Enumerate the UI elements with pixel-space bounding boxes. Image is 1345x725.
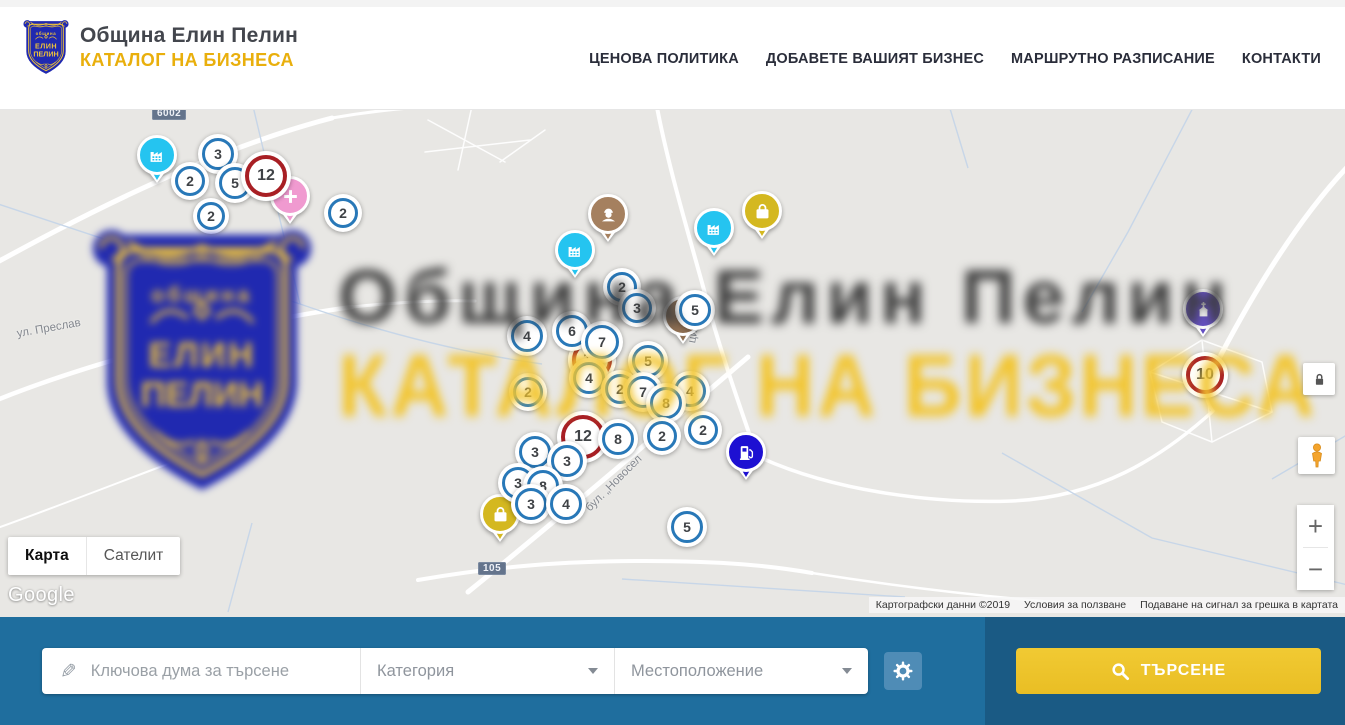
business-pin[interactable] — [694, 208, 734, 248]
nav-contacts[interactable]: КОНТАКТИ — [1242, 51, 1321, 67]
page: община ЕЛИН ПЕЛИН Община Елин Пелин КАТА… — [0, 0, 1345, 725]
brand-text: Община Елин Пелин КАТАЛОГ НА БИЗНЕСА — [80, 24, 298, 71]
map-type-satellite-button[interactable]: Сателит — [87, 537, 180, 575]
search-submit-button[interactable]: ТЪРСЕНЕ — [1016, 648, 1321, 694]
business-pin[interactable] — [588, 194, 628, 234]
cluster-marker[interactable]: 8 — [598, 419, 638, 459]
search-submit-label: ТЪРСЕНЕ — [1141, 662, 1226, 680]
map-type-control: Карта Сателит — [8, 537, 180, 575]
cluster-marker[interactable]: 5 — [675, 290, 715, 330]
cluster-marker[interactable]: 4 — [507, 316, 547, 356]
cluster-marker[interactable]: 5 — [667, 507, 707, 547]
keyword-segment: ✎ — [42, 648, 360, 694]
zoom-control: + − — [1297, 505, 1334, 590]
cluster-marker[interactable]: 12 — [241, 151, 291, 201]
cluster-marker[interactable]: 2 — [193, 198, 229, 234]
business-pin[interactable] — [555, 230, 595, 270]
cluster-marker[interactable]: 2 — [643, 417, 681, 455]
pencil-icon: ✎ — [60, 659, 77, 684]
cluster-marker[interactable]: 4 — [546, 484, 586, 524]
search-submit-panel: ТЪРСЕНЕ — [985, 617, 1345, 725]
terms-of-use-link[interactable]: Условия за ползване — [1017, 599, 1133, 611]
advanced-search-settings-button[interactable] — [884, 652, 922, 690]
nav-pricing-policy[interactable]: ЦЕНОВА ПОЛИТИКА — [589, 51, 739, 67]
cluster-marker[interactable]: 2 — [509, 373, 547, 411]
search-icon — [1111, 662, 1130, 681]
road-label: 6002 — [152, 110, 186, 120]
chevron-down-icon — [588, 668, 598, 674]
map-attribution: Картографски данни ©2019 Условия за полз… — [869, 597, 1345, 613]
chevron-down-icon — [842, 668, 852, 674]
nav-add-your-business[interactable]: ДОБАВЕТЕ ВАШИЯТ БИЗНЕС — [766, 51, 984, 67]
municipality-crest-icon — [22, 17, 70, 77]
category-select-label: Категория — [377, 662, 454, 681]
zoom-in-button[interactable]: + — [1297, 505, 1334, 547]
pegman-button[interactable] — [1298, 437, 1335, 474]
category-select[interactable]: Категория — [360, 648, 614, 694]
header: Община Елин Пелин КАТАЛОГ НА БИЗНЕСА ЦЕН… — [0, 0, 1345, 110]
search-bar: ТЪРСЕНЕ ✎ Категория Местоположение — [0, 617, 1345, 725]
gear-icon — [893, 661, 913, 681]
cluster-marker[interactable]: 3 — [618, 289, 656, 327]
road-label: 105 — [478, 562, 506, 575]
cluster-marker[interactable]: 10 — [1182, 352, 1228, 398]
location-select[interactable]: Местоположение — [614, 648, 868, 694]
site-logo[interactable]: Община Елин Пелин КАТАЛОГ НА БИЗНЕСА — [22, 17, 298, 77]
attribution-copyright: Картографски данни ©2019 — [869, 599, 1017, 611]
report-map-error-link[interactable]: Подаване на сигнал за грешка в картата — [1133, 599, 1345, 611]
map-type-map-button[interactable]: Карта — [8, 537, 87, 575]
business-pin[interactable] — [137, 135, 177, 175]
business-pin[interactable] — [726, 432, 766, 472]
google-logo[interactable]: Google — [8, 584, 75, 607]
keyword-input[interactable] — [89, 661, 346, 682]
main-nav: ЦЕНОВА ПОЛИТИКА ДОБАВЕТЕ ВАШИЯТ БИЗНЕС М… — [589, 7, 1321, 110]
site-name: Община Елин Пелин — [80, 24, 298, 48]
business-pin[interactable] — [742, 191, 782, 231]
cluster-marker[interactable]: 2 — [324, 194, 362, 232]
cluster-marker[interactable]: 7 — [581, 321, 623, 363]
nav-route-schedule[interactable]: МАРШРУТНО РАЗПИСАНИЕ — [1011, 51, 1215, 67]
zoom-out-button[interactable]: − — [1297, 548, 1334, 590]
streetview-lock-button[interactable] — [1303, 363, 1335, 395]
pegman-icon — [1305, 443, 1329, 469]
location-select-label: Местоположение — [631, 662, 763, 681]
cluster-marker[interactable]: 2 — [684, 411, 722, 449]
lock-icon — [1312, 372, 1327, 387]
map-canvas[interactable]: 6002105ул. Преславбул. „Новоселции" 1323… — [0, 110, 1345, 617]
cluster-marker[interactable]: 2 — [171, 162, 209, 200]
search-input-group: ✎ Категория Местоположение — [42, 648, 868, 694]
cluster-marker[interactable]: 3 — [511, 484, 551, 524]
business-pin[interactable] — [1183, 289, 1223, 329]
site-tagline: КАТАЛОГ НА БИЗНЕСА — [80, 50, 298, 71]
